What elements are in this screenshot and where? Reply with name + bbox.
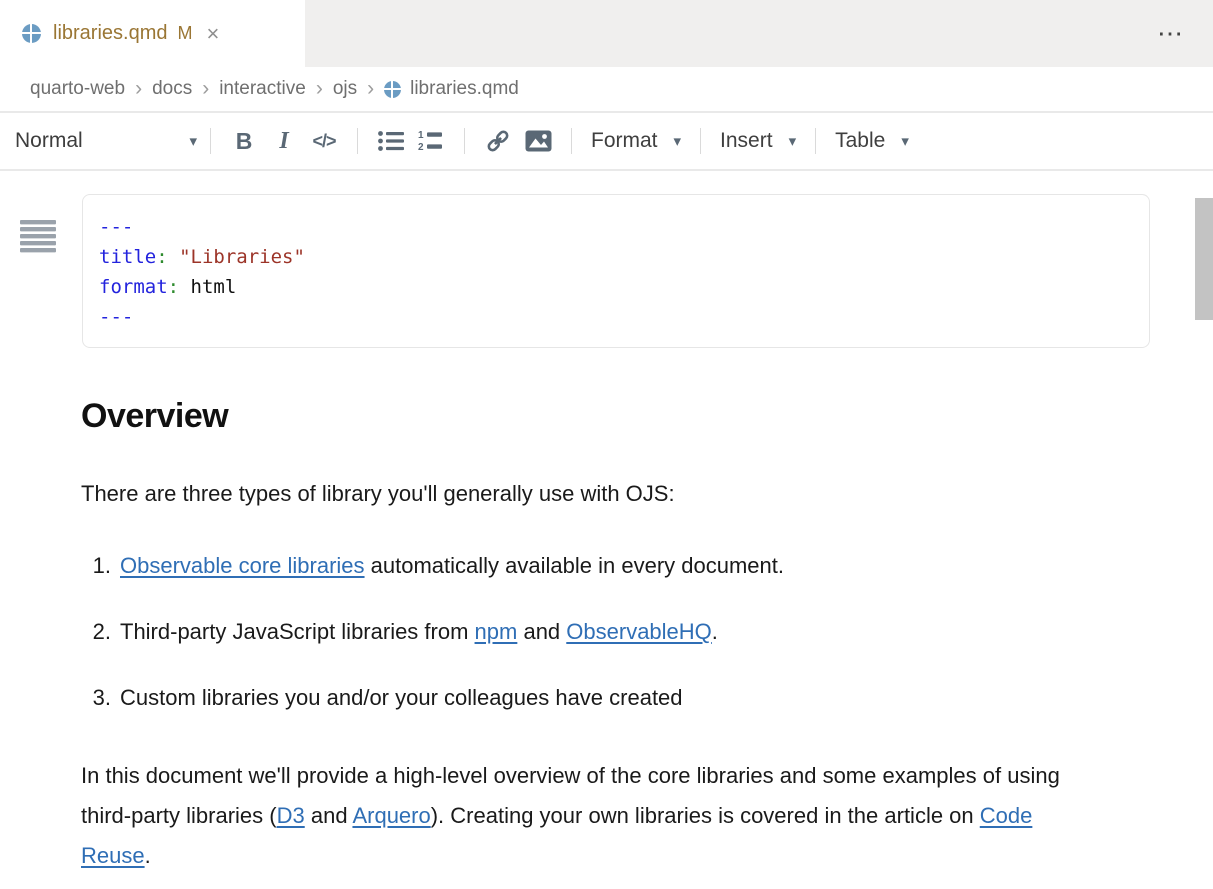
bullet-list-button[interactable] bbox=[371, 121, 411, 161]
chevron-right-icon: › bbox=[202, 77, 209, 101]
chevron-down-icon: ▾ bbox=[674, 132, 682, 150]
insert-menu[interactable]: Insert ▾ bbox=[714, 129, 802, 153]
doc-link[interactable]: npm bbox=[475, 619, 518, 644]
closing-paragraph: In this document we'll provide a high-le… bbox=[81, 756, 1091, 876]
numbered-list-button[interactable]: 1 2 bbox=[411, 121, 451, 161]
chevron-down-icon: ▾ bbox=[189, 132, 197, 150]
yaml-line: --- bbox=[99, 302, 1133, 332]
image-button[interactable] bbox=[518, 121, 558, 161]
toolbar-divider bbox=[700, 128, 701, 154]
list-number: 3. bbox=[81, 682, 111, 714]
close-icon[interactable]: × bbox=[206, 23, 219, 45]
text-run: ). Creating your own libraries is covere… bbox=[431, 803, 980, 828]
toolbar-divider bbox=[815, 128, 816, 154]
list-number: 1. bbox=[81, 550, 111, 582]
text-run: Custom libraries you and/or your colleag… bbox=[120, 685, 683, 710]
editor-toolbar: Normal ▾ B I </> 1 2 bbox=[0, 113, 1213, 171]
chevron-right-icon: › bbox=[135, 77, 142, 101]
chevron-down-icon: ▾ bbox=[789, 132, 797, 150]
document-body[interactable]: Overview There are three types of librar… bbox=[0, 397, 1213, 876]
insert-menu-label: Insert bbox=[720, 129, 773, 153]
svg-text:1: 1 bbox=[418, 130, 424, 141]
format-menu-label: Format bbox=[591, 129, 658, 153]
outline-icon bbox=[20, 220, 56, 253]
doc-link[interactable]: D3 bbox=[277, 803, 305, 828]
doc-link[interactable]: ObservableHQ bbox=[566, 619, 712, 644]
heading-overview: Overview bbox=[81, 397, 1093, 436]
code-button[interactable]: </> bbox=[304, 121, 344, 161]
list-item-text: Observable core libraries automatically … bbox=[120, 550, 784, 582]
text-run: and bbox=[517, 619, 566, 644]
toolbar-divider bbox=[571, 128, 572, 154]
text-run: . bbox=[145, 843, 151, 868]
toolbar-divider bbox=[357, 128, 358, 154]
breadcrumb-file[interactable]: libraries.qmd bbox=[384, 78, 519, 100]
list-item: 3. Custom libraries you and/or your coll… bbox=[81, 682, 1093, 714]
text-run: Third-party JavaScript libraries from bbox=[120, 619, 475, 644]
chevron-down-icon: ▾ bbox=[901, 132, 909, 150]
quarto-file-icon bbox=[384, 81, 401, 98]
yaml-line: title: "Libraries" bbox=[99, 242, 1133, 272]
chevron-right-icon: › bbox=[316, 77, 323, 101]
link-button[interactable] bbox=[478, 121, 518, 161]
outline-toggle-button[interactable] bbox=[20, 220, 56, 258]
tab-bar: libraries.qmd M × ⋯ bbox=[0, 0, 1213, 67]
tab-libraries-qmd[interactable]: libraries.qmd M × bbox=[0, 0, 305, 67]
format-menu[interactable]: Format ▾ bbox=[585, 129, 687, 153]
breadcrumb-quarto-web[interactable]: quarto-web bbox=[30, 78, 125, 100]
text-run: . bbox=[712, 619, 718, 644]
bullet-list-icon bbox=[377, 129, 405, 153]
yaml-line: --- bbox=[99, 212, 1133, 242]
paragraph-style-dropdown[interactable]: Normal ▾ bbox=[15, 129, 197, 153]
list-item: 1. Observable core libraries automatical… bbox=[81, 550, 1093, 582]
numbered-list-icon: 1 2 bbox=[417, 129, 445, 153]
editor-canvas[interactable]: --- title: "Libraries" format: html --- … bbox=[0, 194, 1213, 889]
breadcrumb-interactive[interactable]: interactive bbox=[219, 78, 306, 100]
image-icon bbox=[525, 130, 552, 152]
breadcrumb-ojs[interactable]: ojs bbox=[333, 78, 357, 100]
table-menu-label: Table bbox=[835, 129, 885, 153]
list-item-text: Third-party JavaScript libraries from np… bbox=[120, 616, 718, 648]
more-actions-icon[interactable]: ⋯ bbox=[1157, 18, 1185, 49]
text-run: and bbox=[305, 803, 353, 828]
yaml-front-matter-block[interactable]: --- title: "Libraries" format: html --- bbox=[82, 194, 1150, 348]
toolbar-divider bbox=[464, 128, 465, 154]
library-types-list: 1. Observable core libraries automatical… bbox=[81, 550, 1093, 714]
bold-button[interactable]: B bbox=[224, 121, 264, 161]
toolbar-divider bbox=[210, 128, 211, 154]
doc-link[interactable]: Observable core libraries bbox=[120, 553, 365, 578]
doc-link[interactable]: Arquero bbox=[352, 803, 430, 828]
chevron-right-icon: › bbox=[367, 77, 374, 101]
vertical-scrollbar-thumb[interactable] bbox=[1195, 198, 1213, 320]
link-icon bbox=[485, 128, 511, 154]
breadcrumb-docs[interactable]: docs bbox=[152, 78, 192, 100]
table-menu[interactable]: Table ▾ bbox=[829, 129, 915, 153]
text-run: automatically available in every documen… bbox=[365, 553, 784, 578]
tab-title: libraries.qmd bbox=[53, 22, 167, 45]
yaml-line: format: html bbox=[99, 272, 1133, 302]
list-number: 2. bbox=[81, 616, 111, 648]
italic-button[interactable]: I bbox=[264, 121, 304, 161]
git-modified-badge: M bbox=[177, 23, 192, 44]
list-item: 2. Third-party JavaScript libraries from… bbox=[81, 616, 1093, 648]
intro-paragraph: There are three types of library you'll … bbox=[81, 481, 1093, 507]
paragraph-style-value: Normal bbox=[15, 129, 83, 153]
list-item-text: Custom libraries you and/or your colleag… bbox=[120, 682, 683, 714]
quarto-file-icon bbox=[22, 24, 41, 43]
breadcrumb-file-label: libraries.qmd bbox=[410, 78, 519, 100]
svg-text:2: 2 bbox=[418, 142, 424, 153]
breadcrumb: quarto-web › docs › interactive › ojs › … bbox=[0, 67, 1213, 113]
